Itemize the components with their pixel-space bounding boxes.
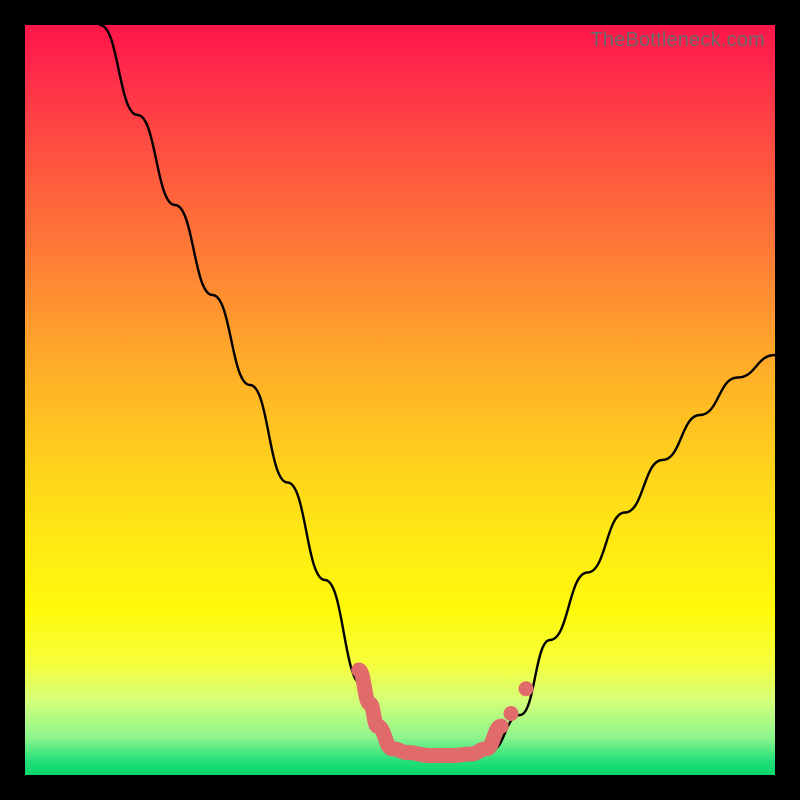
outer-frame: TheBottleneck.com — [0, 0, 800, 800]
highlight-dot — [519, 681, 534, 696]
highlight-dot — [504, 706, 519, 721]
plot-area: TheBottleneck.com — [25, 25, 775, 775]
bottleneck-curve — [100, 25, 775, 756]
highlight-band — [359, 670, 502, 756]
curve-svg — [25, 25, 775, 775]
